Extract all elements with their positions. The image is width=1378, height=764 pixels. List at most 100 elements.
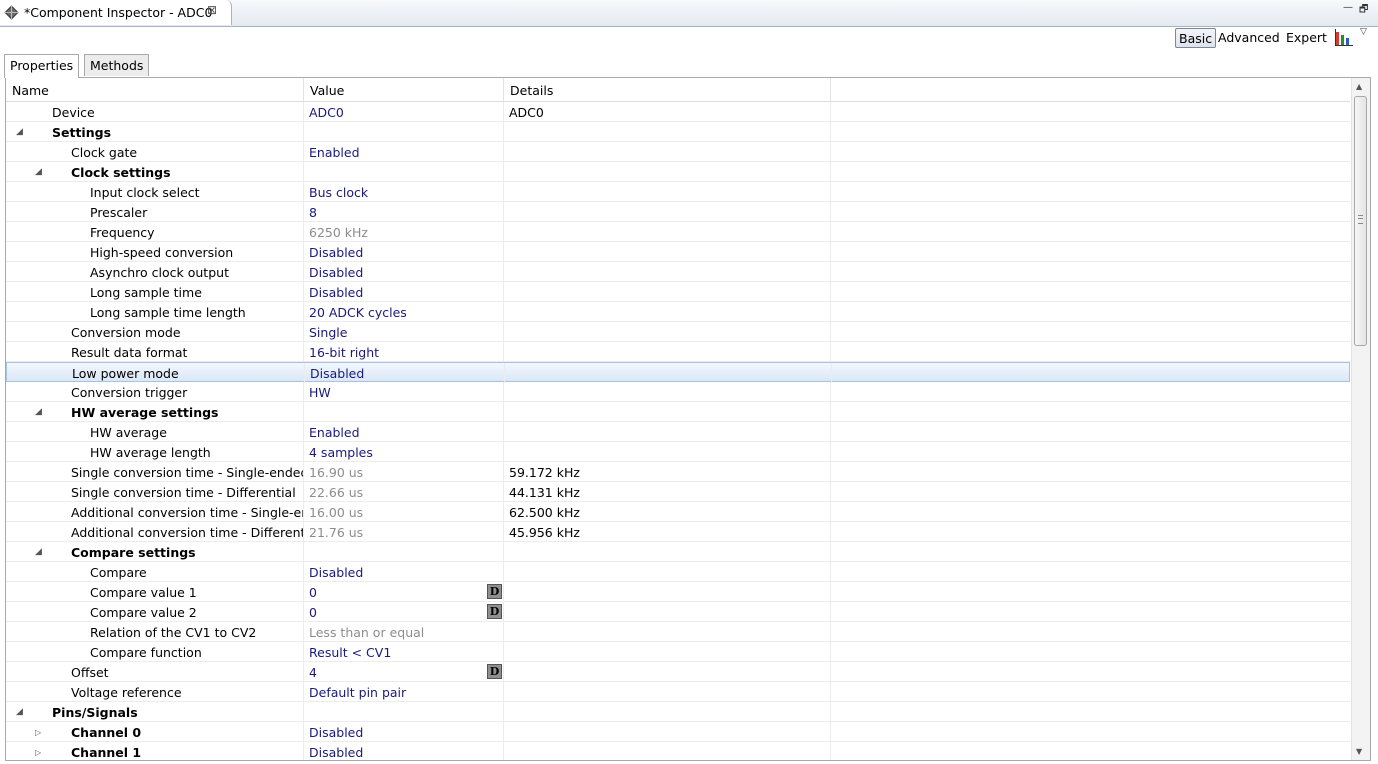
collapsed-triangle-icon[interactable]: ▷ — [35, 722, 41, 742]
property-value: 20 ADCK cycles — [309, 305, 407, 320]
expanded-triangle-icon[interactable]: ◢ — [35, 402, 42, 422]
cell-value[interactable]: Disabled — [304, 242, 504, 262]
cell-filler — [831, 702, 1350, 722]
table-row[interactable]: Low power mode Disabled — [6, 362, 1350, 383]
table-row[interactable]: Voltage reference Default pin pair — [6, 682, 1350, 702]
table-row[interactable]: Relation of the CV1 to CV2 Less than or e… — [6, 622, 1350, 642]
table-row[interactable]: Single conversion time - Differential 22.… — [6, 482, 1350, 502]
bar-chart-icon[interactable] — [1335, 29, 1353, 46]
table-row[interactable]: Device ADC0 ADC0 — [6, 102, 1350, 122]
mode-basic-button[interactable]: Basic — [1175, 28, 1217, 48]
scrollbar-thumb[interactable] — [1354, 96, 1367, 346]
cell-details — [504, 342, 831, 362]
table-row[interactable]: High-speed conversion Disabled — [6, 242, 1350, 262]
cell-value[interactable]: Disabled — [304, 722, 504, 742]
column-header-name[interactable]: Name — [6, 78, 304, 101]
define-constant-button[interactable]: D — [487, 604, 502, 619]
cell-value[interactable]: 8 — [304, 202, 504, 222]
table-row[interactable]: Additional conversion time - Single-ende… — [6, 502, 1350, 522]
cell-value[interactable]: 0D — [304, 602, 504, 622]
table-row[interactable]: ◢ Compare settings — [6, 542, 1350, 562]
cell-name: Low power mode — [7, 363, 305, 383]
view-tab-component-inspector[interactable]: *Component Inspector - ADC0 ⊠ — [0, 0, 232, 25]
property-value: Single — [309, 325, 348, 340]
scroll-up-arrow-icon[interactable]: ▲ — [1356, 82, 1362, 91]
tab-methods[interactable]: Methods — [84, 54, 150, 76]
table-row[interactable]: Conversion trigger HW — [6, 382, 1350, 402]
minimize-icon[interactable]: — — [1343, 2, 1353, 13]
cell-value[interactable]: HW — [304, 382, 504, 402]
expanded-triangle-icon[interactable]: ◢ — [16, 702, 23, 722]
close-icon[interactable]: ⊠ — [207, 3, 217, 17]
vertical-scrollbar[interactable]: ▲ ▼ — [1351, 78, 1370, 760]
cell-value[interactable]: Disabled — [304, 282, 504, 302]
table-row[interactable]: Single conversion time - Single-ended 16.… — [6, 462, 1350, 482]
table-header: Name Value Details — [6, 78, 1350, 102]
table-row[interactable]: HW average length 4 samples — [6, 442, 1350, 462]
cell-value[interactable]: 4D — [304, 662, 504, 682]
property-value: Disabled — [309, 745, 364, 760]
tab-properties[interactable]: Properties — [4, 54, 80, 78]
table-row[interactable]: Offset 4 D — [6, 662, 1350, 682]
cell-filler — [831, 382, 1350, 402]
cell-value[interactable]: 0D — [304, 582, 504, 602]
cell-details — [504, 662, 831, 682]
cell-value[interactable]: Enabled — [304, 422, 504, 442]
cell-value[interactable]: Result < CV1 — [304, 642, 504, 662]
define-constant-button[interactable]: D — [487, 584, 502, 599]
table-row[interactable]: Input clock select Bus clock — [6, 182, 1350, 202]
property-label: Pins/Signals — [52, 705, 138, 720]
expanded-triangle-icon[interactable]: ◢ — [35, 162, 42, 182]
table-row[interactable]: Asynchro clock output Disabled — [6, 262, 1350, 282]
table-row[interactable]: Conversion mode Single — [6, 322, 1350, 342]
table-row[interactable]: Result data format 16-bit right — [6, 342, 1350, 362]
table-row[interactable]: ◢ Settings — [6, 122, 1350, 142]
table-row[interactable]: Prescaler 8 — [6, 202, 1350, 222]
column-header-details[interactable]: Details — [504, 78, 831, 101]
cell-value[interactable]: 16-bit right — [304, 342, 504, 362]
cell-details — [504, 742, 831, 760]
cell-value[interactable]: ADC0 — [304, 102, 504, 122]
table-row[interactable]: Compare function Result < CV1 — [6, 642, 1350, 662]
table-row[interactable]: Compare value 20D — [6, 602, 1350, 622]
view-menu-chevron-down-icon[interactable]: ▽ — [1360, 27, 1367, 37]
cell-name: Conversion mode — [6, 322, 304, 342]
cell-value[interactable]: 4 samples — [304, 442, 504, 462]
cell-name: ◢ Clock settings — [6, 162, 304, 182]
cell-value[interactable]: Single — [304, 322, 504, 342]
table-row[interactable]: Long sample time Disabled — [6, 282, 1350, 302]
collapsed-triangle-icon[interactable]: ▷ — [35, 742, 41, 760]
define-constant-button[interactable]: D — [487, 664, 502, 679]
cell-value[interactable]: Disabled — [305, 363, 505, 383]
cell-value — [304, 702, 504, 722]
property-value: Enabled — [309, 425, 360, 440]
cell-value[interactable]: 20 ADCK cycles — [304, 302, 504, 322]
table-row[interactable]: Frequency 6250 kHz — [6, 222, 1350, 242]
table-row[interactable]: ◢ Pins/Signals — [6, 702, 1350, 722]
cell-value[interactable]: Enabled — [304, 142, 504, 162]
table-row[interactable]: Clock gate Enabled — [6, 142, 1350, 162]
table-row[interactable]: ▷ Channel 1 Disabled — [6, 742, 1350, 760]
table-row[interactable]: Compare Disabled — [6, 562, 1350, 582]
column-header-value[interactable]: Value — [304, 78, 504, 101]
cell-details: 45.956 kHz — [504, 522, 831, 542]
cell-value[interactable]: Disabled — [304, 742, 504, 760]
scroll-down-arrow-icon[interactable]: ▼ — [1356, 747, 1362, 756]
table-row[interactable]: Additional conversion time - Differentia… — [6, 522, 1350, 542]
cell-value[interactable]: Default pin pair — [304, 682, 504, 702]
cell-value[interactable]: Bus clock — [304, 182, 504, 202]
table-row[interactable]: ▷ Channel 0 Disabled — [6, 722, 1350, 742]
expanded-triangle-icon[interactable]: ◢ — [35, 542, 42, 562]
table-row[interactable]: ◢ Clock settings — [6, 162, 1350, 182]
mode-expert-button[interactable]: Expert — [1283, 28, 1330, 48]
maximize-icon[interactable]: 🗗 — [1359, 2, 1368, 19]
expanded-triangle-icon[interactable]: ◢ — [16, 122, 23, 142]
mode-advanced-button[interactable]: Advanced — [1215, 28, 1283, 48]
property-value: 8 — [309, 205, 317, 220]
table-row[interactable]: Long sample time length 20 ADCK cycles — [6, 302, 1350, 322]
table-row[interactable]: Compare value 10D — [6, 582, 1350, 602]
cell-value[interactable]: Disabled — [304, 562, 504, 582]
table-row[interactable]: HW average Enabled — [6, 422, 1350, 442]
table-row[interactable]: ◢ HW average settings — [6, 402, 1350, 422]
cell-value[interactable]: Disabled — [304, 262, 504, 282]
